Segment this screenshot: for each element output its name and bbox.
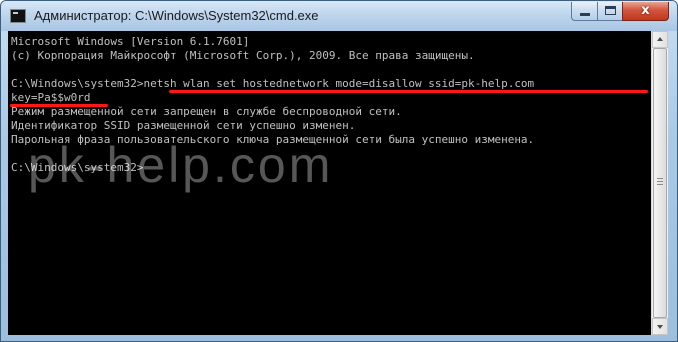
- console-line: Режим размещенной сети запрещен в службе…: [11, 105, 402, 118]
- grip-line: [657, 181, 663, 182]
- scroll-up-button[interactable]: [652, 31, 668, 48]
- cmd-window: Администратор: C:\Windows\System32\cmd.e…: [0, 0, 678, 342]
- maximize-button[interactable]: [597, 2, 623, 21]
- scroll-thumb[interactable]: [653, 48, 667, 318]
- key-highlight-underline: [10, 104, 108, 107]
- grip-line: [657, 184, 663, 185]
- console-command-line: C:\Windows\system32>netsh wlan set hoste…: [11, 77, 535, 90]
- console-output[interactable]: Microsoft Windows [Version 6.1.7601] (c)…: [8, 31, 651, 335]
- title-bar[interactable]: Администратор: C:\Windows\System32\cmd.e…: [1, 1, 677, 31]
- arrow-up-icon: [657, 37, 663, 41]
- watermark-text: pk-help.com: [28, 137, 334, 193]
- maximize-icon: [605, 6, 616, 15]
- console-line: Идентификатор SSID размещенной сети успе…: [11, 119, 356, 132]
- grip-line: [657, 178, 663, 179]
- console-line: (c) Корпорация Майкрософт (Microsoft Cor…: [11, 49, 475, 62]
- console-icon[interactable]: [10, 9, 26, 23]
- minimize-button[interactable]: [571, 2, 598, 21]
- close-button[interactable]: x: [622, 2, 669, 21]
- close-icon: x: [641, 3, 650, 18]
- scroll-down-button[interactable]: [652, 318, 668, 335]
- window-title: Администратор: C:\Windows\System32\cmd.e…: [34, 8, 319, 23]
- vertical-scrollbar[interactable]: [651, 31, 668, 335]
- command-highlight-underline: [169, 90, 648, 93]
- arrow-down-icon: [657, 325, 663, 329]
- console-command-continuation: key=Pa$$w0rd: [11, 91, 91, 104]
- minimize-icon: [580, 13, 590, 16]
- console-line: Microsoft Windows [Version 6.1.7601]: [11, 35, 250, 48]
